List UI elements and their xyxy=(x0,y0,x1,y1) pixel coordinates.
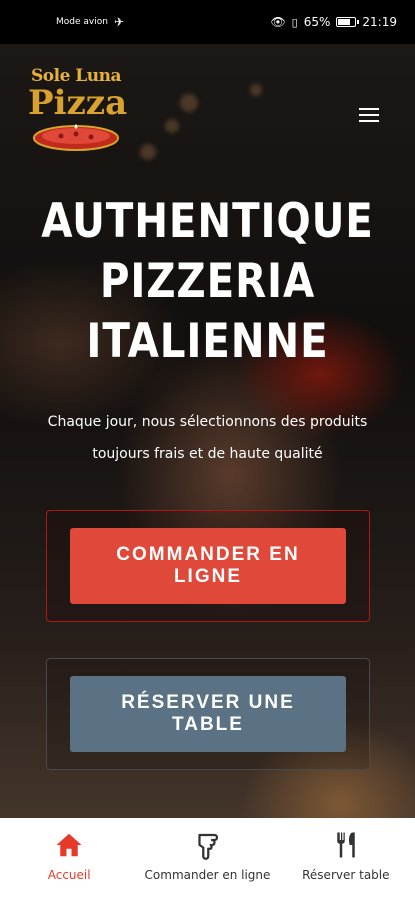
book-button-label: RÉSERVER UNE TABLE xyxy=(121,692,295,736)
nav-item-book-table[interactable]: Réserver table xyxy=(277,830,415,882)
vibrate-icon: ▯ xyxy=(291,15,298,29)
hero-section: Sole Luna Pizza AUTHENTIQUE PIZZERIA ITA… xyxy=(0,44,415,818)
hamburger-menu-icon[interactable] xyxy=(359,108,379,122)
menu-bar xyxy=(359,120,379,122)
nav-label: Réserver table xyxy=(302,868,390,882)
headline-line: PIZZERIA xyxy=(99,254,316,309)
order-online-button[interactable]: COMMANDER EN LIGNE xyxy=(70,528,346,604)
order-button-line: LIGNE xyxy=(173,566,243,587)
airplane-mode-label: Mode avion xyxy=(56,17,108,27)
status-right: 👁 ▯ 65% 21:19 xyxy=(270,15,397,29)
battery-percent: 65% xyxy=(303,15,331,29)
book-button-line: RÉSERVER UNE xyxy=(121,692,295,713)
nav-item-order-online[interactable]: Commander en ligne xyxy=(138,830,276,882)
order-button-line: COMMANDER EN xyxy=(116,544,300,565)
utensils-icon xyxy=(337,832,355,858)
book-button-line: TABLE xyxy=(172,714,244,735)
bottom-navigation: Accueil Commander en ligne Réserver tabl… xyxy=(0,818,415,900)
hero-subtitle: Chaque jour, nous sélectionnons des prod… xyxy=(20,406,395,470)
menu-bar xyxy=(359,114,379,116)
hand-pointer-icon xyxy=(198,833,219,860)
pizza-plate-icon xyxy=(33,124,119,151)
nav-label: Commander en ligne xyxy=(144,868,271,882)
headline-line: AUTHENTIQUE xyxy=(41,194,374,249)
battery-icon xyxy=(336,17,360,27)
nav-item-home[interactable]: Accueil xyxy=(0,830,138,882)
status-bar: Mode avion ✈ 👁 ▯ 65% 21:19 xyxy=(0,0,415,44)
nav-label: Accueil xyxy=(47,868,91,882)
hero-headline: AUTHENTIQUE PIZZERIA ITALIENNE xyxy=(29,192,386,372)
logo-main-text: Pizza xyxy=(28,83,128,123)
airplane-icon: ✈ xyxy=(113,15,124,29)
status-left: Mode avion ✈ xyxy=(56,15,124,29)
menu-bar xyxy=(359,108,379,110)
order-button-label: COMMANDER EN LIGNE xyxy=(116,544,299,588)
eye-icon: 👁 xyxy=(270,15,286,29)
subtitle-line: toujours frais et de haute qualité xyxy=(92,446,323,462)
book-table-button[interactable]: RÉSERVER UNE TABLE xyxy=(70,676,346,752)
home-icon xyxy=(56,833,82,857)
subtitle-line: Chaque jour, nous sélectionnons des prod… xyxy=(47,414,368,430)
clock: 21:19 xyxy=(362,15,397,29)
headline-line: ITALIENNE xyxy=(86,314,329,369)
brand-logo[interactable]: Sole Luna Pizza xyxy=(28,66,128,170)
